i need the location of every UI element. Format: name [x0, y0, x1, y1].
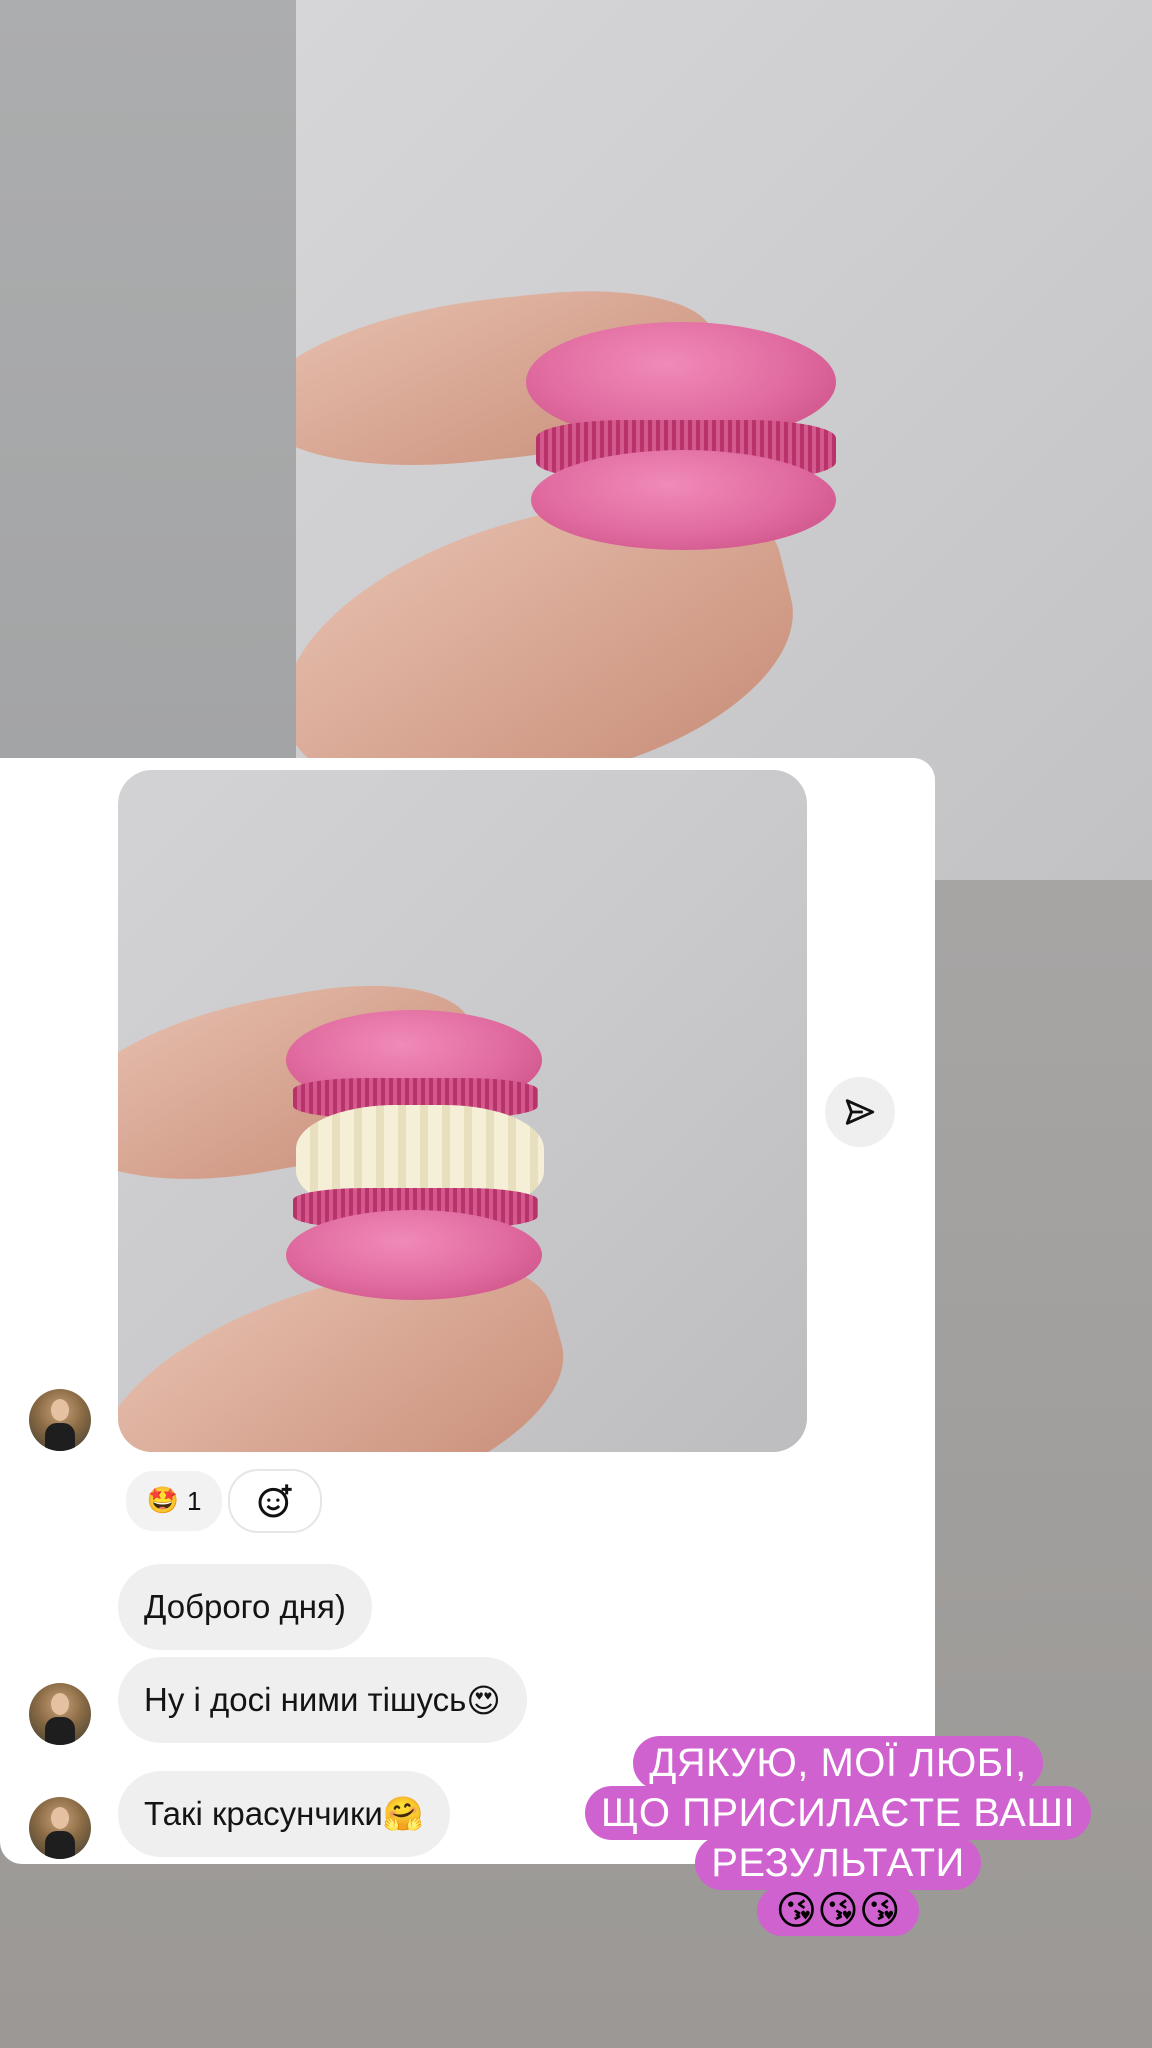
send-icon [845, 1099, 875, 1125]
add-reaction-button[interactable] [228, 1469, 322, 1533]
kiss-emojis: 😘😘😘 [757, 1886, 919, 1936]
top-photo [296, 0, 1152, 880]
reaction-count: 1 [186, 1485, 202, 1516]
message-text: Доброго дня) [144, 1588, 346, 1625]
avatar[interactable] [29, 1683, 91, 1745]
caption-sticker: ДЯКУЮ, МОЇ ЛЮБІ, ЩО ПРИСИЛАЄТЕ ВАШІ РЕЗУ… [560, 1736, 1116, 1936]
star-struck-emoji: 🤩 [146, 1486, 179, 1516]
avatar[interactable] [29, 1797, 91, 1859]
heart-eyes-emoji: 😍 [466, 1680, 501, 1720]
avatar[interactable] [29, 1389, 91, 1451]
add-emoji-icon [258, 1484, 292, 1518]
macaron-shell-bottom [531, 450, 836, 550]
reaction-chip[interactable]: 🤩 1 [124, 1469, 224, 1533]
macaron-shell-bottom [286, 1210, 542, 1300]
chat-photo[interactable] [118, 770, 807, 1452]
message-text: Ну і досі ними тішусь [144, 1681, 467, 1718]
caption-line: ДЯКУЮ, МОЇ ЛЮБІ, [633, 1736, 1043, 1790]
caption-line: ЩО ПРИСИЛАЄТЕ ВАШІ [584, 1786, 1092, 1840]
hugging-emoji: 🤗 [382, 1794, 424, 1833]
message-text: Такі красунчики [144, 1795, 383, 1832]
share-button[interactable] [825, 1077, 895, 1147]
message-bubble[interactable]: Доброго дня) [118, 1564, 372, 1650]
background-strip [0, 0, 296, 760]
caption-line: РЕЗУЛЬТАТИ [695, 1836, 981, 1890]
message-bubble[interactable]: Такі красунчики 🤗 [118, 1771, 450, 1857]
message-bubble[interactable]: Ну і досі ними тішусь 😍 [118, 1657, 527, 1743]
